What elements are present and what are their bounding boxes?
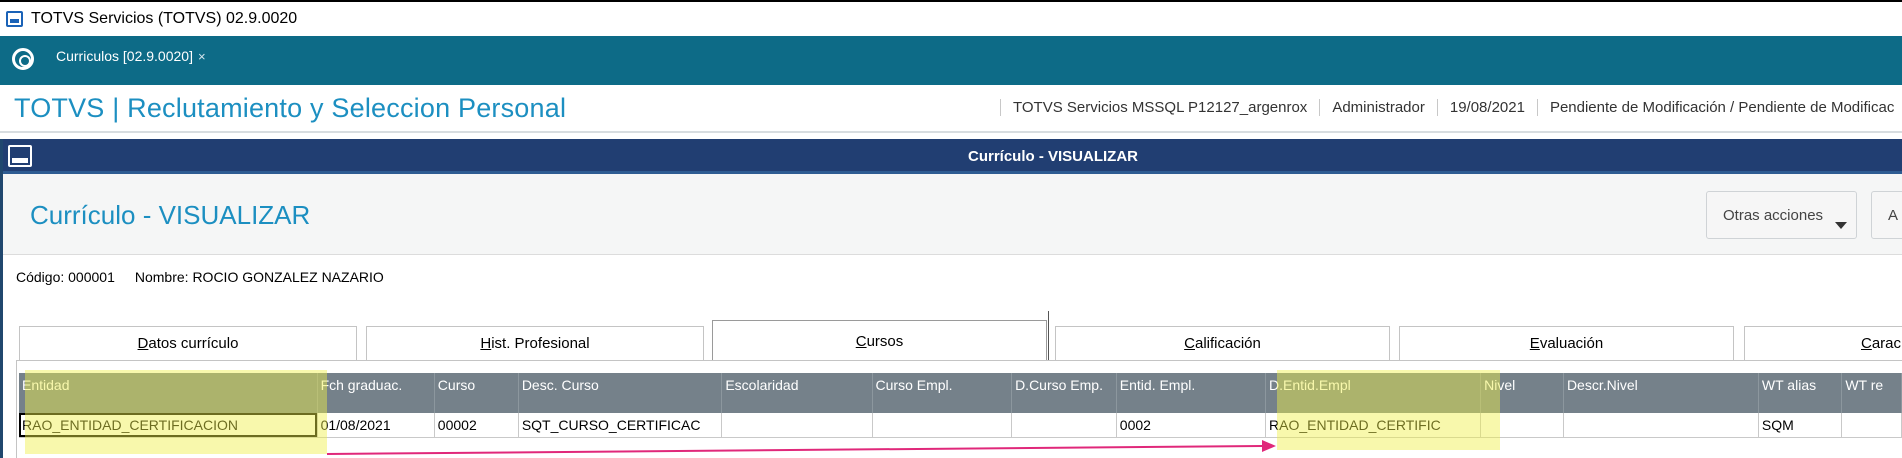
grid-header-row: Entidad Fch graduac. Curso Desc. Curso E…	[19, 373, 1902, 413]
cell-d-curso-emp[interactable]	[1011, 413, 1117, 438]
tab-hist-profesional-label: ist. Profesional	[491, 335, 590, 352]
column-header-entidad[interactable]: Entidad	[19, 373, 318, 413]
tab-hist-profesional-hotkey: H	[480, 335, 492, 352]
cell-entidad[interactable]: RAO_ENTIDAD_CERTIFICACION	[19, 413, 318, 438]
tab-datos-curriculo[interactable]: Datos currículo	[19, 326, 357, 360]
action-button[interactable]: A	[1871, 191, 1902, 239]
cell-wt-re[interactable]	[1841, 413, 1902, 438]
codigo-label: Código: 000001	[16, 269, 115, 285]
otras-acciones-label: Otras acciones	[1723, 206, 1824, 224]
column-header-fch-graduac[interactable]: Fch graduac.	[317, 373, 435, 413]
column-header-curso[interactable]: Curso	[434, 373, 519, 413]
nombre-label: Nombre: ROCIO GONZALEZ NAZARIO	[134, 269, 384, 285]
tab-cursos-hotkey: C	[855, 332, 867, 350]
column-header-wt-re[interactable]: WT re	[1841, 373, 1902, 413]
window-app-icon	[6, 11, 23, 27]
cell-desc-curso[interactable]: SQT_CURSO_CERTIFICAC	[518, 413, 723, 438]
cursos-grid: Entidad Fch graduac. Curso Desc. Curso E…	[19, 373, 1902, 438]
column-header-curso-empl[interactable]: Curso Empl.	[872, 373, 1013, 413]
tab-datos-curriculo-label: atos currículo	[148, 335, 239, 352]
cell-d-entid-empl[interactable]: RAO_ENTIDAD_CERTIFIC	[1265, 413, 1482, 438]
column-header-d-entid-empl[interactable]: D.Entid.Empl	[1265, 373, 1482, 413]
tab-evaluacion-label: valuación	[1539, 335, 1604, 352]
column-header-descr-nivel[interactable]: Descr.Nivel	[1563, 373, 1759, 413]
tab-calificacion-label: alificación	[1194, 335, 1261, 352]
tab-caracteristicas-label: arac	[1871, 335, 1902, 352]
tab-curriculos-label: Curriculos [02.9.0020]	[56, 48, 193, 64]
record-info: Código: 000001 Nombre: ROCIO GONZALEZ NA…	[16, 269, 384, 285]
tab-strip: Curriculos [02.9.0020] ×	[0, 36, 1902, 121]
app-window: TOTVS Servicios (TOTVS) 02.9.0020 Curric…	[0, 0, 1902, 458]
tab-divider	[1048, 311, 1049, 360]
tab-evaluacion-hotkey: E	[1529, 335, 1540, 352]
home-icon[interactable]	[12, 48, 34, 70]
environment-label: TOTVS Servicios MSSQL P12127_argenrox	[1000, 99, 1319, 116]
date-label: 19/08/2021	[1436, 99, 1537, 116]
window-title-bar: TOTVS Servicios (TOTVS) 02.9.0020	[0, 0, 1902, 36]
app-title: TOTVS | Reclutamiento y Seleccion Person…	[14, 93, 567, 123]
form-header: Currículo - VISUALIZAR Otras acciones A	[3, 174, 1902, 255]
column-header-entid-empl[interactable]: Entid. Empl.	[1116, 373, 1267, 413]
tab-caracteristicas[interactable]: Carac	[1744, 326, 1902, 360]
column-header-desc-curso[interactable]: Desc. Curso	[518, 373, 723, 413]
cell-curso[interactable]: 00002	[434, 413, 519, 438]
cell-nivel[interactable]	[1480, 413, 1564, 438]
window-title: TOTVS Servicios (TOTVS) 02.9.0020	[31, 10, 298, 27]
column-header-wt-alias[interactable]: WT alias	[1758, 373, 1843, 413]
action-button-label: A	[1888, 206, 1899, 224]
column-header-d-curso-emp[interactable]: D.Curso Emp.	[1011, 373, 1117, 413]
tab-cursos[interactable]: Cursos	[712, 320, 1047, 361]
tab-caracteristicas-hotkey: C	[1861, 335, 1872, 352]
dialog-title: Currículo - VISUALIZAR	[967, 148, 1138, 165]
status-label: Pendiente de Modificación / Pendiente de…	[1536, 99, 1902, 116]
otras-acciones-button[interactable]: Otras acciones	[1706, 191, 1857, 239]
tab-cursos-label: ursos	[866, 332, 904, 350]
close-icon[interactable]: ×	[198, 49, 206, 64]
tab-calificacion-hotkey: C	[1184, 335, 1195, 352]
column-header-escolaridad[interactable]: Escolaridad	[721, 373, 873, 413]
app-info-bar: TOTVS Servicios MSSQL P12127_argenrox Ad…	[1000, 99, 1902, 116]
dialog-title-bar: Currículo - VISUALIZAR	[3, 139, 1902, 174]
tab-evaluacion[interactable]: Evaluación	[1399, 326, 1734, 360]
tab-hist-profesional[interactable]: Hist. Profesional	[366, 326, 704, 360]
curriculo-dialog: Currículo - VISUALIZAR Currículo - VISUA…	[0, 139, 1902, 458]
cell-descr-nivel[interactable]	[1563, 413, 1759, 438]
cell-fch-graduac[interactable]: 01/08/2021	[317, 413, 435, 438]
cell-wt-alias[interactable]: SQM	[1758, 413, 1843, 438]
tab-curriculos[interactable]: Curriculos [02.9.0020] ×	[56, 48, 206, 64]
tab-calificacion[interactable]: Calificación	[1055, 326, 1390, 360]
column-header-nivel[interactable]: Nivel	[1480, 373, 1564, 413]
cell-entid-empl[interactable]: 0002	[1116, 413, 1267, 438]
form-title: Currículo - VISUALIZAR	[30, 200, 311, 230]
user-label: Administrador	[1319, 99, 1437, 116]
app-header: TOTVS | Reclutamiento y Seleccion Person…	[0, 85, 1902, 133]
cell-curso-empl[interactable]	[872, 413, 1013, 438]
cell-escolaridad[interactable]	[721, 413, 873, 438]
caret-down-icon	[1835, 222, 1847, 229]
table-row[interactable]: RAO_ENTIDAD_CERTIFICACION 01/08/2021 000…	[19, 413, 1902, 438]
tab-datos-curriculo-hotkey: D	[137, 335, 149, 352]
